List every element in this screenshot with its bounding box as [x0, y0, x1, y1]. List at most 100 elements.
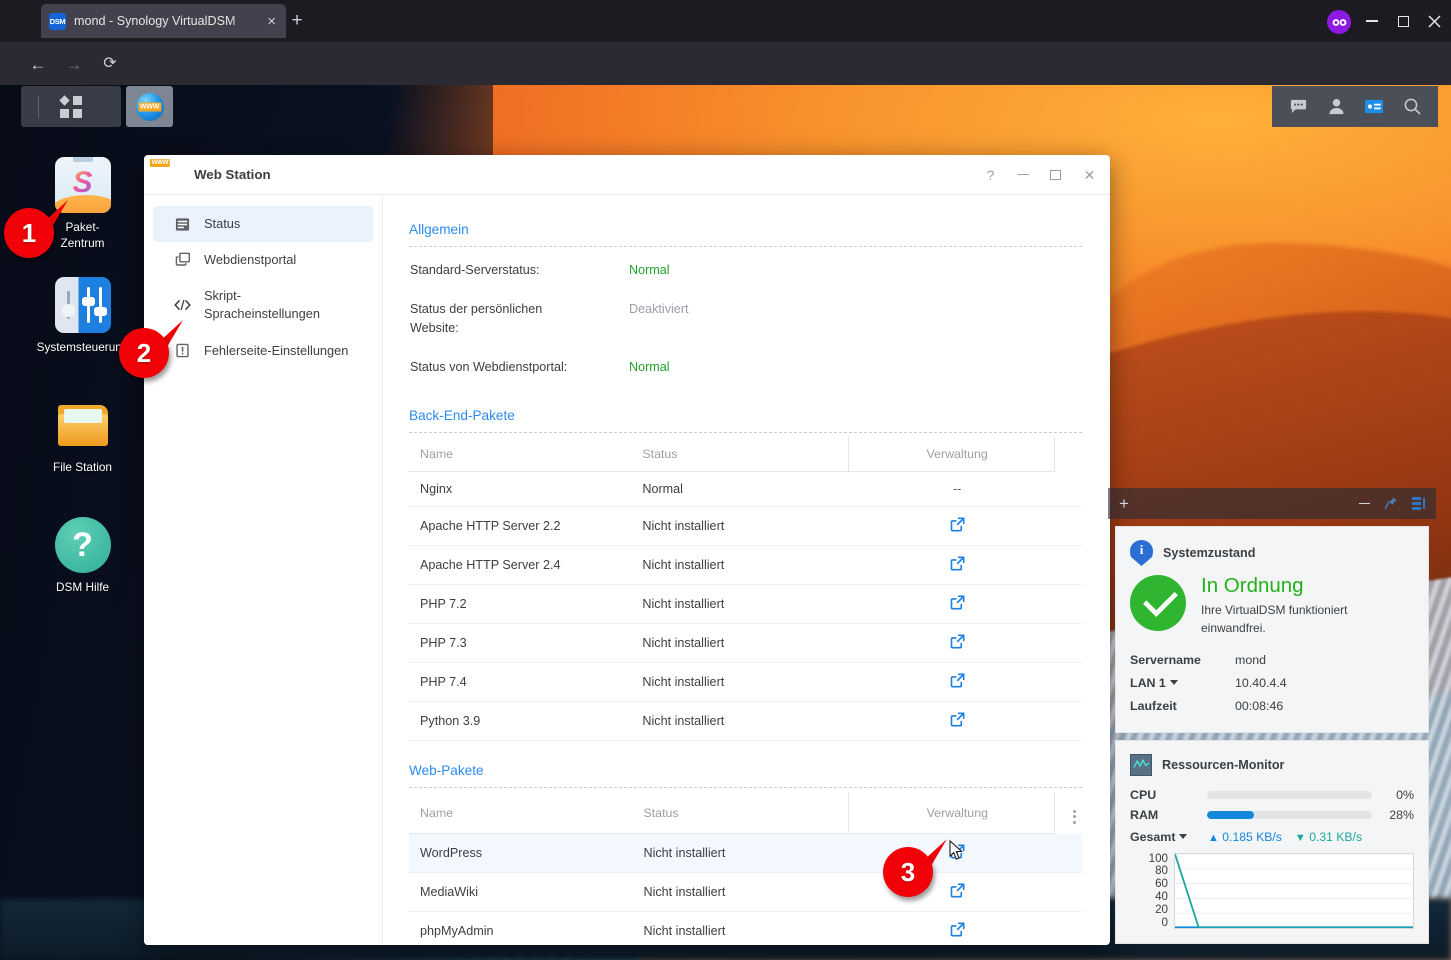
- window-close-button[interactable]: [1422, 10, 1446, 32]
- more-options-icon[interactable]: [1055, 792, 1082, 834]
- table-header-row: Name Status Verwaltung: [409, 792, 1082, 835]
- check-circle-icon: [1130, 575, 1186, 631]
- new-tab-icon[interactable]: +: [286, 10, 308, 32]
- table-row[interactable]: PHP 7.3 Nicht installiert: [409, 623, 1082, 664]
- close-tab-icon[interactable]: ×: [265, 14, 278, 29]
- avatar[interactable]: [1327, 10, 1351, 34]
- window-maximize-button[interactable]: [1391, 10, 1415, 32]
- desktop-icon-file-station[interactable]: File Station: [35, 397, 130, 476]
- help-button[interactable]: ?: [984, 168, 997, 182]
- widget-panel: + i Systemzustand In Ordnung Ihre Virtua…: [1108, 488, 1436, 944]
- package-action[interactable]: [848, 584, 1055, 625]
- column-header-verwaltung[interactable]: Verwaltung: [847, 437, 1056, 473]
- section-heading-backend-pakete: Back-End-Pakete: [409, 408, 515, 424]
- row-spacer: [1054, 545, 1082, 586]
- person-icon[interactable]: [1325, 96, 1347, 118]
- sidebar-item-status[interactable]: Status: [153, 206, 373, 243]
- resource-monitor-icon: [1130, 753, 1152, 776]
- forward-icon[interactable]: →: [61, 51, 87, 77]
- row-spacer: [1054, 506, 1082, 547]
- chart-y-tick: 100: [1148, 851, 1168, 865]
- table-row[interactable]: MediaWiki Nicht installiert: [409, 872, 1082, 913]
- external-link-icon[interactable]: [950, 595, 965, 610]
- package-status: Nicht installiert: [631, 545, 849, 586]
- table-row[interactable]: Apache HTTP Server 2.2 Nicht installiert: [409, 506, 1082, 547]
- section-heading-allgemein: Allgemein: [409, 222, 469, 237]
- sidebar-item-label: Skript- Spracheinstellungen: [204, 288, 320, 322]
- callout-number: 1: [21, 217, 37, 248]
- column-header-status[interactable]: Status: [632, 792, 849, 835]
- ram-label: RAM: [1130, 807, 1159, 822]
- main-menu-button[interactable]: [21, 86, 121, 127]
- package-action[interactable]: [848, 662, 1055, 703]
- row-spacer: [1054, 584, 1082, 625]
- package-status: Nicht installiert: [631, 584, 849, 625]
- external-link-icon[interactable]: [950, 556, 965, 571]
- chat-icon[interactable]: [1287, 96, 1309, 118]
- external-link-icon[interactable]: [950, 634, 965, 649]
- table-row[interactable]: PHP 7.2 Nicht installiert: [409, 584, 1082, 625]
- window-minimize-button[interactable]: [1360, 10, 1384, 32]
- network-selector[interactable]: Gesamt: [1130, 830, 1208, 844]
- external-link-icon[interactable]: [950, 883, 965, 898]
- external-link-icon[interactable]: [950, 517, 965, 532]
- widget-panel-header: +: [1108, 488, 1436, 519]
- widgets-icon[interactable]: [1363, 96, 1385, 118]
- sidebar-item-fehlerseite-einstellungen[interactable]: Fehlerseite-Einstellungen: [153, 333, 373, 369]
- table-row[interactable]: phpMyAdmin Nicht installiert: [409, 911, 1082, 945]
- package-action[interactable]: --: [848, 471, 1055, 508]
- table-row[interactable]: PHP 7.4 Nicht installiert: [409, 662, 1082, 703]
- column-header-name[interactable]: Name: [409, 437, 632, 473]
- reload-icon[interactable]: ⟳: [97, 51, 123, 77]
- back-icon[interactable]: ←: [25, 51, 51, 77]
- external-link-icon[interactable]: [950, 673, 965, 688]
- window-maximize-button[interactable]: [1050, 169, 1063, 180]
- desktop-icon-dsm-help[interactable]: ? DSM Hilfe: [35, 517, 130, 596]
- callout-number: 3: [900, 856, 916, 887]
- package-action[interactable]: [848, 506, 1055, 547]
- health-info-value: 10.40.4.4: [1235, 676, 1287, 691]
- table-row[interactable]: Apache HTTP Server 2.4 Nicht installiert: [409, 545, 1082, 586]
- sidebar-item-webdienstportal[interactable]: Webdienstportal: [153, 242, 373, 278]
- column-header-name[interactable]: Name: [409, 792, 633, 835]
- info-label: Status der persönlichen Website:: [410, 301, 543, 336]
- package-status: Nicht installiert: [632, 833, 849, 874]
- column-header-verwaltung[interactable]: Verwaltung: [848, 792, 1056, 835]
- tab-strip: DSM mond - Synology VirtualDSM × +: [0, 0, 1451, 42]
- minimize-widgets-icon[interactable]: [1359, 502, 1370, 505]
- package-status: Nicht installiert: [632, 911, 849, 945]
- window-close-button[interactable]: ✕: [1083, 168, 1096, 182]
- package-action[interactable]: [848, 872, 1055, 913]
- package-status: Normal: [631, 471, 849, 508]
- table-row[interactable]: Nginx Normal --: [409, 471, 1082, 508]
- callout-2: 2: [119, 320, 183, 380]
- window-minimize-button[interactable]: [1017, 168, 1030, 181]
- package-name: Apache HTTP Server 2.2: [409, 506, 632, 547]
- table-row[interactable]: WordPress Nicht installiert: [409, 833, 1082, 874]
- package-status: Nicht installiert: [631, 701, 849, 742]
- package-name: PHP 7.4: [409, 662, 632, 703]
- external-link-icon[interactable]: [950, 922, 965, 937]
- taskbar-app-web-station[interactable]: [126, 86, 173, 127]
- network-upload: ▲ 0.185 KB/s: [1208, 829, 1282, 844]
- browser-tab[interactable]: DSM mond - Synology VirtualDSM ×: [41, 4, 286, 38]
- table-row[interactable]: Python 3.9 Nicht installiert: [409, 701, 1082, 742]
- package-action[interactable]: [848, 701, 1055, 742]
- desktop-icon-label: File Station: [52, 460, 112, 474]
- search-icon[interactable]: [1401, 96, 1423, 118]
- add-widget-icon[interactable]: +: [1119, 495, 1129, 512]
- column-header-status[interactable]: Status: [631, 437, 849, 473]
- package-action[interactable]: [848, 911, 1055, 945]
- package-action[interactable]: [848, 623, 1055, 664]
- dock-right-icon[interactable]: [1412, 497, 1425, 510]
- cpu-row: CPU 0%: [1130, 785, 1414, 805]
- package-status: Nicht installiert: [631, 506, 849, 547]
- external-link-icon[interactable]: [950, 712, 965, 727]
- lan-selector[interactable]: LAN 1: [1130, 676, 1235, 690]
- pin-icon[interactable]: [1384, 496, 1398, 512]
- desktop-icon-control-panel[interactable]: Systemsteuerung: [35, 277, 130, 356]
- package-status: Nicht installiert: [631, 662, 849, 703]
- sidebar-item-skript-spracheinstellungen[interactable]: Skript- Spracheinstellungen: [153, 278, 373, 332]
- package-action[interactable]: [848, 545, 1055, 586]
- web-station-icon: [135, 92, 164, 121]
